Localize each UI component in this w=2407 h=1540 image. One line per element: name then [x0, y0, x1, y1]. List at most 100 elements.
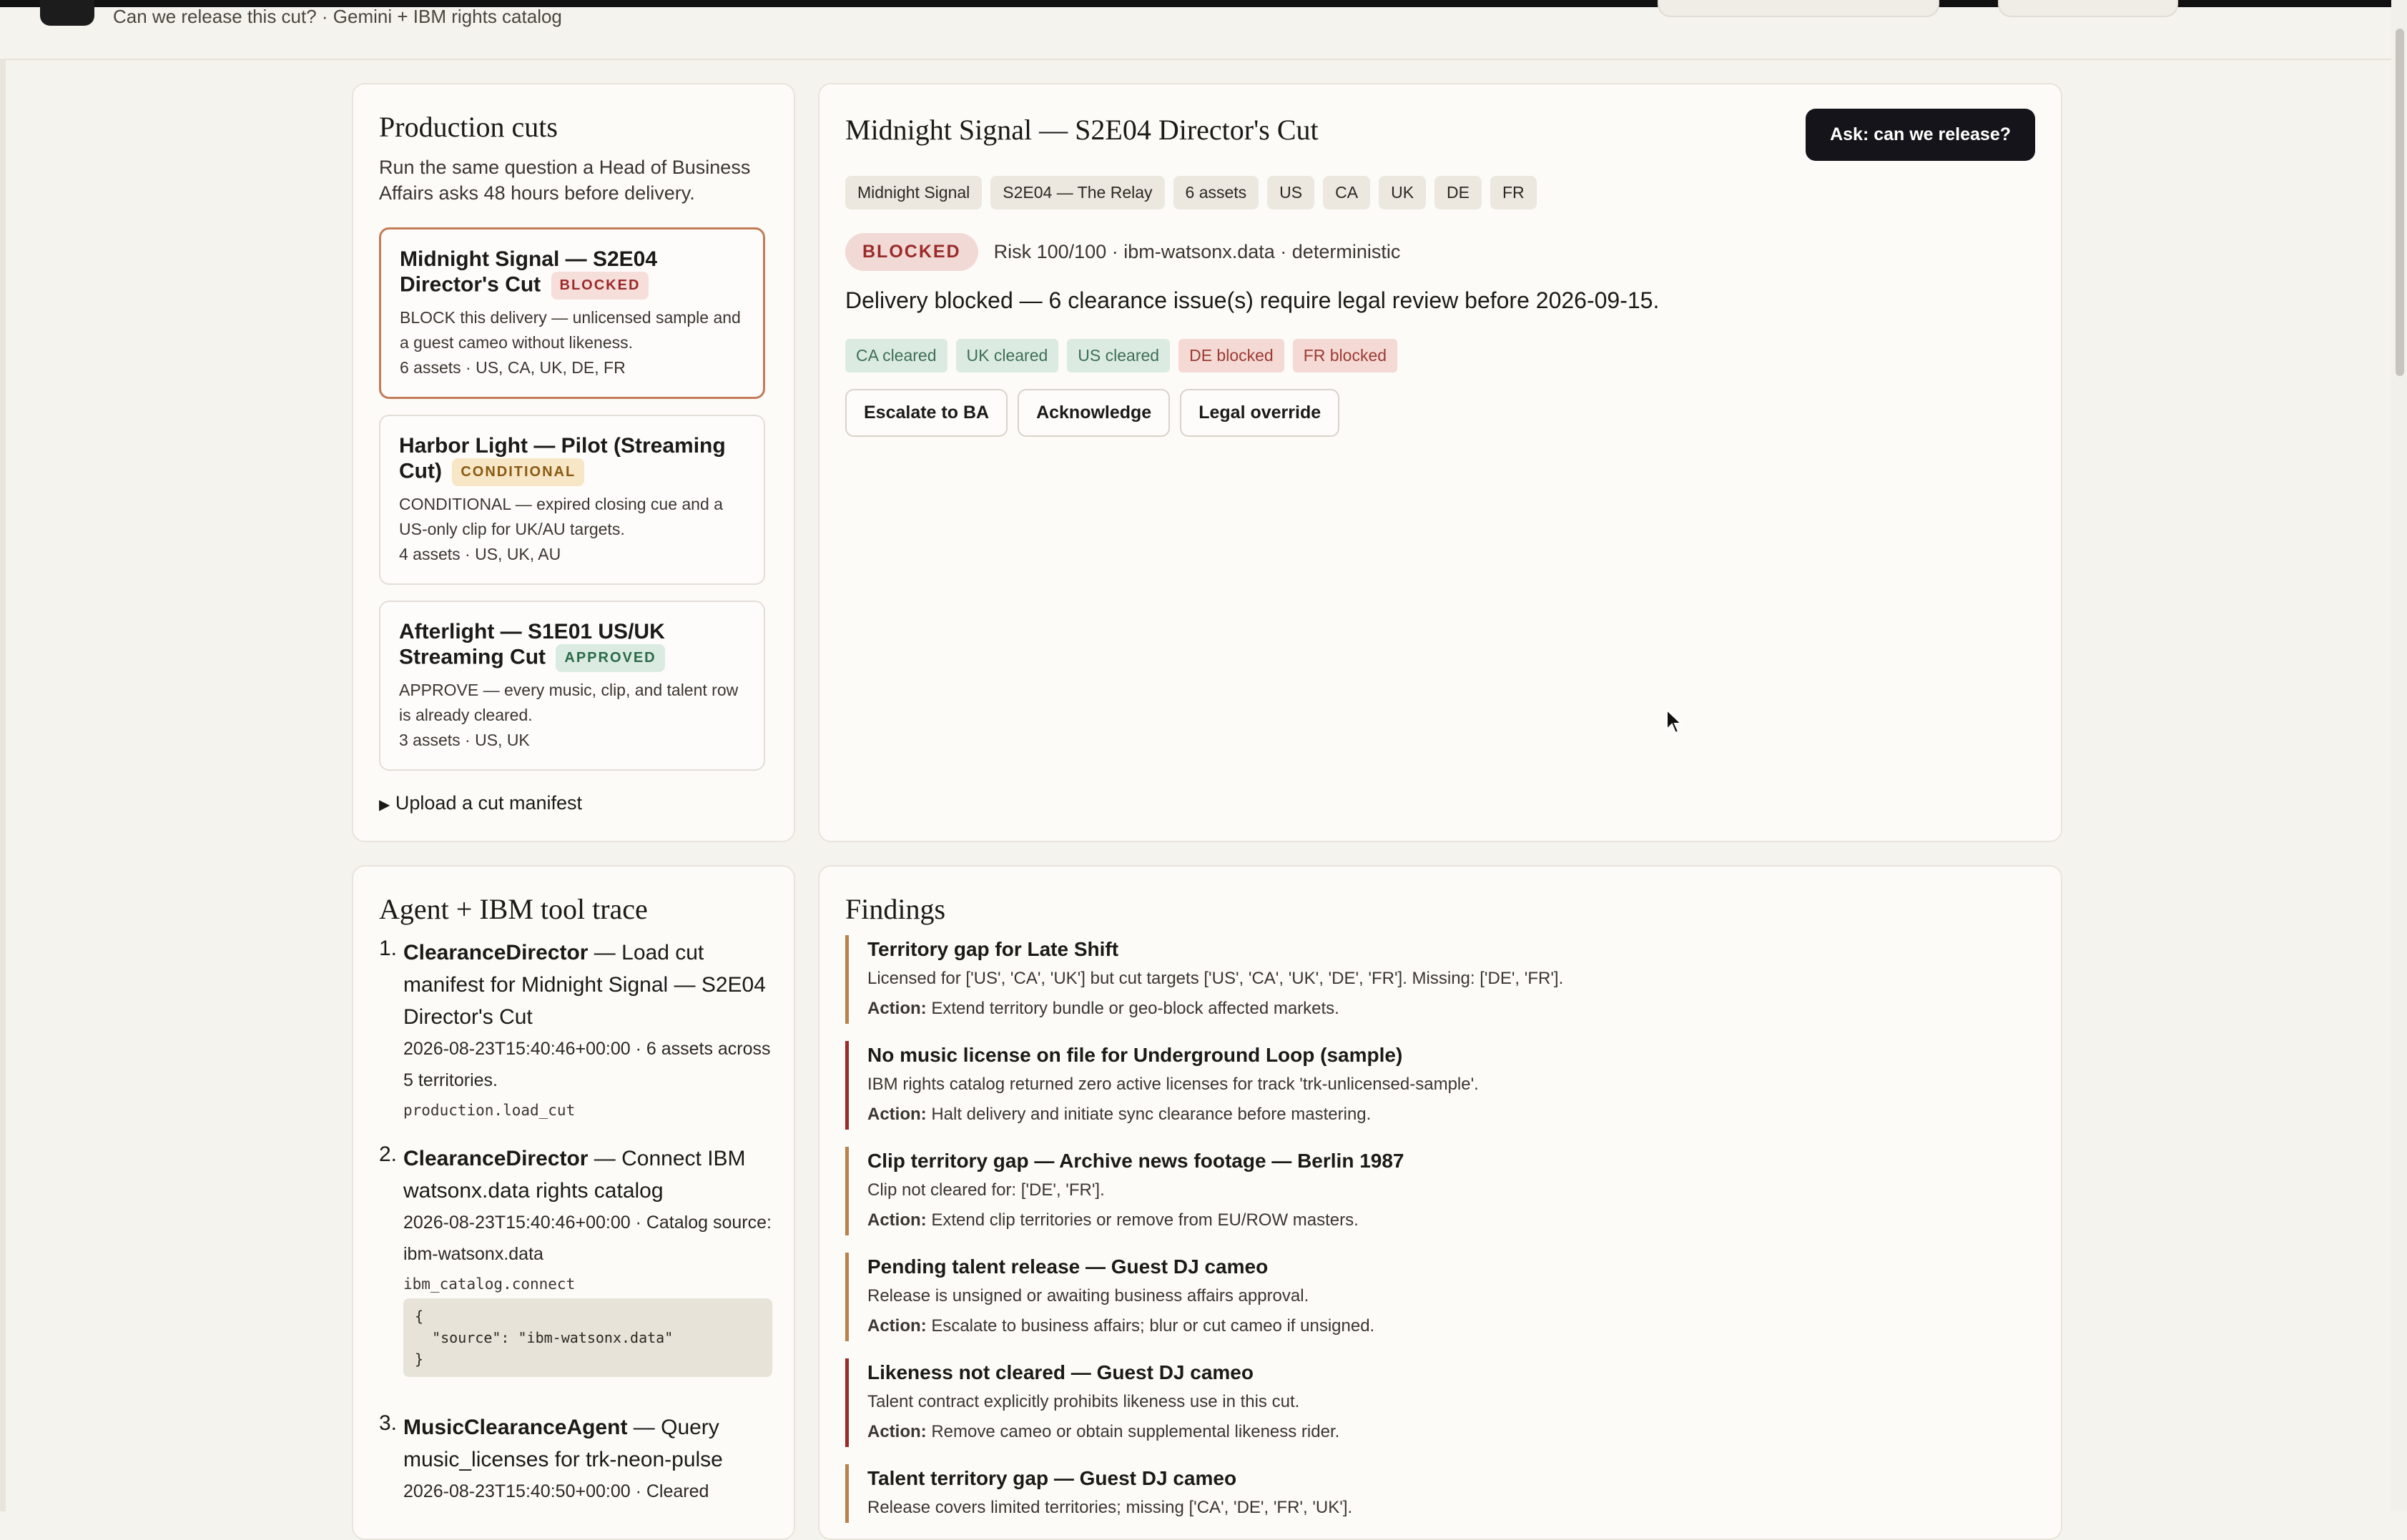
- tag-asset-count: 6 assets: [1173, 176, 1259, 209]
- legal-override-button[interactable]: Legal override: [1180, 389, 1340, 437]
- finding-action: Escalate to business affairs; blur or cu…: [931, 1316, 1375, 1336]
- finding-body: Talent contract explicitly prohibits lik…: [867, 1392, 1300, 1411]
- cut-meta: 4 assets · US, UK, AU: [399, 545, 561, 563]
- territory-status-uk: UK cleared: [955, 339, 1059, 372]
- finding-body: Clip not cleared for: ['DE', 'FR'].: [867, 1180, 1105, 1200]
- app-logo[interactable]: [40, 0, 94, 26]
- trace-step-meta: 2026-08-23T15:40:50+00:00 · Cleared: [403, 1481, 709, 1501]
- tag-show: Midnight Signal: [845, 176, 983, 209]
- scrollbar-thumb[interactable]: [2396, 29, 2404, 376]
- risk-line: Risk 100/100 · ibm-watsonx.data · determ…: [993, 241, 1401, 262]
- status-badge: BLOCKED: [551, 272, 649, 300]
- trace-step-tool: production.load_cut: [403, 1102, 576, 1119]
- tool-trace-panel: Agent + IBM tool trace 1. ClearanceDirec…: [352, 865, 795, 1540]
- tag-episode: S2E04 — The Relay: [990, 176, 1165, 209]
- territory-status-fr: FR blocked: [1292, 339, 1398, 372]
- trace-step-meta: 2026-08-23T15:40:46+00:00 · 6 assets acr…: [403, 1039, 771, 1090]
- trace-step-number: 3.: [379, 1411, 398, 1435]
- header-control-2[interactable]: [1998, 0, 2178, 17]
- upload-manifest-toggle[interactable]: ▶ Upload a cut manifest: [379, 792, 582, 814]
- cut-card-midnight-signal[interactable]: Midnight Signal — S2E04 Director's Cut B…: [379, 227, 765, 399]
- cut-description: BLOCK this delivery — unlicensed sample …: [400, 308, 741, 352]
- status-badge: CONDITIONAL: [452, 458, 585, 486]
- cut-card-afterlight[interactable]: Afterlight — S1E01 US/UK Streaming Cut A…: [379, 601, 765, 771]
- finding-title: Territory gap for Late Shift: [867, 938, 1119, 960]
- finding-body: Licensed for ['US', 'CA', 'UK'] but cut …: [867, 969, 1564, 988]
- tag-territory: DE: [1434, 176, 1482, 209]
- finding-action-label: Action:: [867, 999, 927, 1018]
- tag-territory: UK: [1379, 176, 1427, 209]
- action-buttons: Escalate to BA Acknowledge Legal override: [845, 389, 1349, 437]
- production-cuts-panel: Production cuts Run the same question a …: [352, 83, 795, 842]
- escalate-to-ba-button[interactable]: Escalate to BA: [845, 389, 1008, 437]
- detail-title: Midnight Signal — S2E04 Director's Cut: [845, 114, 1319, 146]
- finding-item: No music license on file for Underground…: [845, 1041, 1989, 1130]
- finding-action: Extend territory bundle or geo-block aff…: [931, 999, 1339, 1018]
- upload-manifest-label: Upload a cut manifest: [395, 792, 583, 814]
- finding-title: Talent territory gap — Guest DJ cameo: [867, 1467, 1237, 1489]
- findings-panel: Findings Territory gap for Late Shift Li…: [818, 865, 2062, 1540]
- production-cuts-description: Run the same question a Head of Business…: [379, 157, 751, 204]
- finding-title: No music license on file for Underground…: [867, 1044, 1403, 1066]
- territory-status-us: US cleared: [1067, 339, 1171, 372]
- finding-title: Pending talent release — Guest DJ cameo: [867, 1255, 1269, 1278]
- mouse-cursor-icon: [1666, 709, 1683, 734]
- trace-step-meta: 2026-08-23T15:40:46+00:00 · Catalog sour…: [403, 1213, 772, 1264]
- trace-agent: ClearanceDirector: [403, 941, 589, 964]
- finding-action-label: Action:: [867, 1422, 927, 1441]
- cut-description: CONDITIONAL — expired closing cue and a …: [399, 495, 723, 538]
- finding-body: Release covers limited territories; miss…: [867, 1498, 1353, 1517]
- findings-title: Findings: [845, 893, 946, 925]
- delivery-summary: Delivery blocked — 6 clearance issue(s) …: [845, 287, 1660, 313]
- release-detail-panel: Midnight Signal — S2E04 Director's Cut A…: [818, 83, 2062, 842]
- trace-agent: MusicClearanceAgent: [403, 1416, 628, 1439]
- tag-territory: FR: [1490, 176, 1537, 209]
- trace-step: 3. MusicClearanceAgent — Query music_lic…: [379, 1411, 772, 1507]
- trace-step: 1. ClearanceDirector — Load cut manifest…: [379, 937, 772, 1125]
- finding-title: Clip territory gap — Archive news footag…: [867, 1150, 1404, 1172]
- finding-item: Territory gap for Late Shift Licensed fo…: [845, 935, 1989, 1024]
- finding-item: Likeness not cleared — Guest DJ cameo Ta…: [845, 1358, 1989, 1447]
- acknowledge-button[interactable]: Acknowledge: [1018, 389, 1171, 437]
- page-scrollbar[interactable]: [2391, 0, 2407, 1511]
- finding-title: Likeness not cleared — Guest DJ cameo: [867, 1361, 1254, 1383]
- finding-action: Halt delivery and initiate sync clearanc…: [931, 1105, 1372, 1124]
- finding-item: Clip territory gap — Archive news footag…: [845, 1147, 1989, 1235]
- left-edge: [0, 59, 6, 1511]
- trace-step-payload: { "source": "ibm-watsonx.data" }: [403, 1298, 772, 1377]
- tag-territory: CA: [1323, 176, 1371, 209]
- cut-card-harbor-light[interactable]: Harbor Light — Pilot (Streaming Cut) CON…: [379, 415, 765, 585]
- finding-action: Remove cameo or obtain supplemental like…: [931, 1422, 1340, 1441]
- trace-step-tool: ibm_catalog.connect: [403, 1275, 576, 1293]
- tag-territory: US: [1267, 176, 1315, 209]
- trace-agent: ClearanceDirector: [403, 1147, 589, 1170]
- header-control-1[interactable]: [1658, 0, 1939, 17]
- territory-status-ca: CA cleared: [845, 339, 947, 372]
- finding-body: Release is unsigned or awaiting business…: [867, 1286, 1309, 1305]
- cut-meta: 6 assets · US, CA, UK, DE, FR: [400, 358, 626, 377]
- app-subtitle: Can we release this cut? · Gemini + IBM …: [113, 6, 562, 27]
- finding-action-label: Action:: [867, 1316, 927, 1336]
- territory-status-list: CA cleared UK cleared US cleared DE blocked…: [845, 339, 1406, 372]
- disclosure-triangle-icon: ▶: [379, 797, 390, 813]
- finding-action-label: Action:: [867, 1105, 927, 1124]
- finding-action: Extend clip territories or remove from E…: [931, 1210, 1359, 1230]
- trace-step-number: 2.: [379, 1142, 398, 1166]
- ask-release-button[interactable]: Ask: can we release?: [1806, 109, 2035, 161]
- cut-meta: 3 assets · US, UK: [399, 731, 530, 749]
- finding-body: IBM rights catalog returned zero active …: [867, 1075, 1479, 1094]
- finding-item: Talent territory gap — Guest DJ cameo Re…: [845, 1464, 1989, 1523]
- finding-action-label: Action:: [867, 1210, 927, 1230]
- status-badge: APPROVED: [556, 644, 665, 672]
- top-bar: Can we release this cut? · Gemini + IBM …: [0, 0, 2407, 60]
- release-status-badge: BLOCKED: [845, 233, 978, 271]
- status-row: BLOCKED Risk 100/100 · ibm-watsonx.data …: [845, 233, 1400, 271]
- production-cuts-title: Production cuts: [379, 111, 558, 143]
- trace-title: Agent + IBM tool trace: [379, 893, 648, 925]
- territory-status-de: DE blocked: [1178, 339, 1284, 372]
- trace-step: 2. ClearanceDirector — Connect IBM watso…: [379, 1142, 772, 1377]
- trace-step-number: 1.: [379, 937, 398, 960]
- cut-description: APPROVE — every music, clip, and talent …: [399, 681, 739, 724]
- finding-item: Pending talent release — Guest DJ cameo …: [845, 1253, 1989, 1341]
- detail-tags: Midnight Signal S2E04 — The Relay 6 assets…: [845, 176, 1545, 209]
